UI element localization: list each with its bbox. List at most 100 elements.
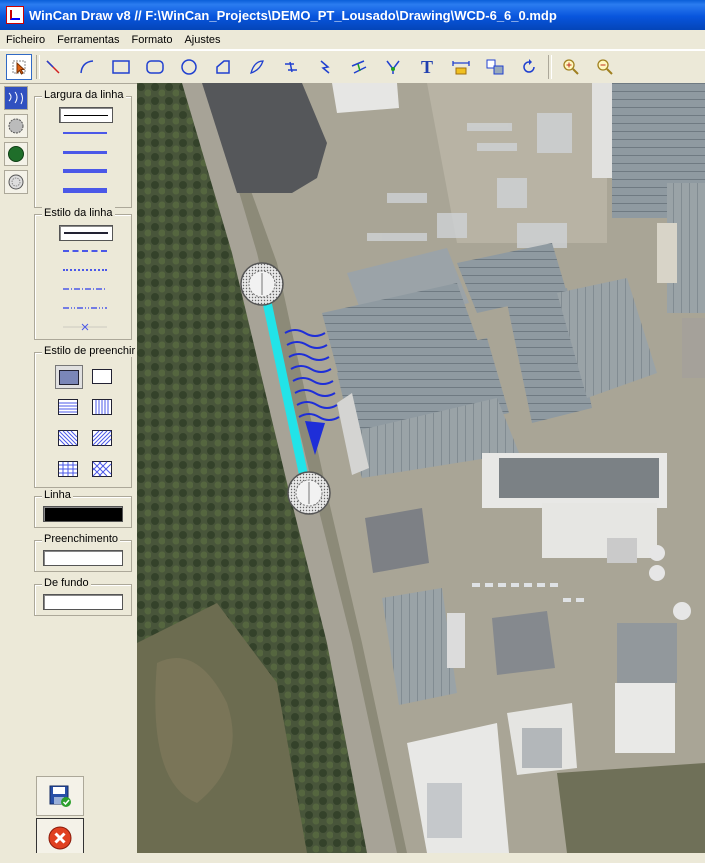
line-width-group: Largura da linha [34, 89, 132, 208]
menu-ficheiro[interactable]: Ficheiro [0, 34, 51, 46]
manhole-upstream [240, 262, 284, 306]
vertical-hatch-icon [92, 399, 112, 415]
rounded-rectangle-tool-button[interactable] [142, 54, 168, 80]
line-width-title: Largura da linha [42, 89, 126, 101]
fill-color-swatch[interactable] [43, 550, 123, 566]
line-style-group: Estilo da linha [34, 207, 132, 340]
fill-style-title: Estilo de preenchir [42, 345, 138, 357]
close-icon [48, 826, 72, 850]
horizontal-hatch-icon [58, 399, 78, 415]
polygon-icon [216, 60, 230, 74]
pipe-icon [285, 61, 297, 73]
line-color-swatch[interactable] [43, 506, 123, 522]
fill-horizontal-option[interactable] [55, 396, 81, 418]
symbol-icon [486, 59, 504, 75]
line-width-option[interactable] [59, 145, 111, 159]
manhole-downstream [287, 471, 331, 515]
zoom-in-icon [563, 59, 579, 75]
tab-vegetation[interactable] [4, 142, 28, 166]
fill-solid-option[interactable] [55, 365, 83, 389]
line-style-dashed[interactable] [59, 244, 111, 258]
dash-dot-dot-pattern [63, 307, 107, 309]
tab-pipes[interactable] [4, 86, 28, 110]
app-icon [6, 6, 24, 24]
symbol-tool-button[interactable] [482, 54, 508, 80]
tab-textures[interactable] [4, 114, 28, 138]
rectangle-tool-button[interactable] [108, 54, 134, 80]
menu-formato[interactable]: Formato [125, 34, 178, 46]
save-icon [49, 785, 71, 807]
menu-bar: Ficheiro Ferramentas Formato Ajustes [0, 30, 705, 50]
fill-diagonal-up-option[interactable] [89, 427, 115, 449]
grid-hatch-icon [58, 461, 78, 477]
diagonal-down-hatch-icon [58, 430, 78, 446]
connector-icon [351, 60, 367, 74]
branch-icon [386, 60, 400, 74]
tab-manholes[interactable] [4, 170, 28, 194]
toolbar: T [0, 50, 705, 84]
text-icon: T [420, 56, 433, 77]
line-style-none[interactable] [59, 320, 111, 334]
background-color-swatch[interactable] [43, 594, 123, 610]
connector-tool-button[interactable] [346, 54, 372, 80]
select-tool-button[interactable] [6, 54, 32, 80]
zoom-out-button[interactable] [592, 54, 618, 80]
line-width-option[interactable] [59, 183, 111, 197]
fill-crosshatch-option[interactable] [89, 458, 115, 480]
menu-ajustes[interactable]: Ajustes [178, 34, 226, 46]
line-width-option[interactable] [59, 107, 113, 123]
window-title: WinCan Draw v8 // F:\WinCan_Projects\DEM… [29, 7, 557, 23]
branch-tool-button[interactable] [380, 54, 406, 80]
circle-icon [181, 59, 197, 75]
line-icon [46, 60, 60, 74]
line-style-dash-dot-dot[interactable] [59, 301, 111, 315]
line-color-group: Linha [34, 489, 132, 528]
dash-dot-pattern [63, 288, 107, 290]
line-width-option[interactable] [59, 126, 111, 140]
aerial-map [137, 83, 705, 853]
line-width-option[interactable] [59, 164, 111, 178]
fill-color-group: Preenchimento [34, 533, 132, 572]
rounded-rectangle-icon [146, 60, 164, 74]
background-color-group: De fundo [34, 577, 132, 616]
text-tool-button[interactable]: T [414, 54, 440, 80]
fill-style-group: Estilo de preenchir [34, 345, 138, 488]
sidebar-tabs [4, 86, 28, 198]
line-style-dotted[interactable] [59, 263, 111, 277]
flow-arrow-tool-button[interactable] [312, 54, 338, 80]
pointer-icon [12, 60, 26, 75]
line-color-title: Linha [42, 489, 73, 501]
pipe-network-icon [8, 91, 23, 105]
line-style-dash-dot[interactable] [59, 282, 111, 296]
ellipse-tool-button[interactable] [176, 54, 202, 80]
line-style-solid[interactable] [59, 225, 113, 241]
polygon-tool-button[interactable] [210, 54, 236, 80]
zoom-in-button[interactable] [558, 54, 584, 80]
line-tool-button[interactable] [40, 54, 66, 80]
freehand-tool-button[interactable] [244, 54, 270, 80]
close-button[interactable] [36, 818, 84, 858]
fill-diagonal-down-option[interactable] [55, 427, 81, 449]
crosshatch-icon [92, 461, 112, 477]
diagonal-up-hatch-icon [92, 430, 112, 446]
menu-ferramentas[interactable]: Ferramentas [51, 34, 125, 46]
fill-vertical-option[interactable] [89, 396, 115, 418]
properties-panel: Largura da linha Estilo da linha Estilo … [30, 84, 138, 774]
save-button[interactable] [36, 776, 84, 816]
zoom-out-icon [597, 59, 613, 75]
flow-arrow-icon [320, 60, 330, 74]
manhole-icon [8, 174, 24, 190]
fill-none-option[interactable] [89, 365, 115, 387]
freehand-icon [250, 60, 264, 75]
dimension-tool-button[interactable] [448, 54, 474, 80]
drawing-canvas[interactable] [137, 83, 705, 853]
dimension-icon [452, 61, 470, 75]
rotate-icon [523, 59, 535, 73]
tree-icon [8, 146, 24, 162]
rotate-tool-button[interactable] [516, 54, 542, 80]
status-strip [0, 853, 705, 863]
arc-tool-button[interactable] [74, 54, 100, 80]
pipe-tool-button[interactable] [278, 54, 304, 80]
texture-icon [8, 118, 24, 134]
fill-grid-option[interactable] [55, 458, 81, 480]
